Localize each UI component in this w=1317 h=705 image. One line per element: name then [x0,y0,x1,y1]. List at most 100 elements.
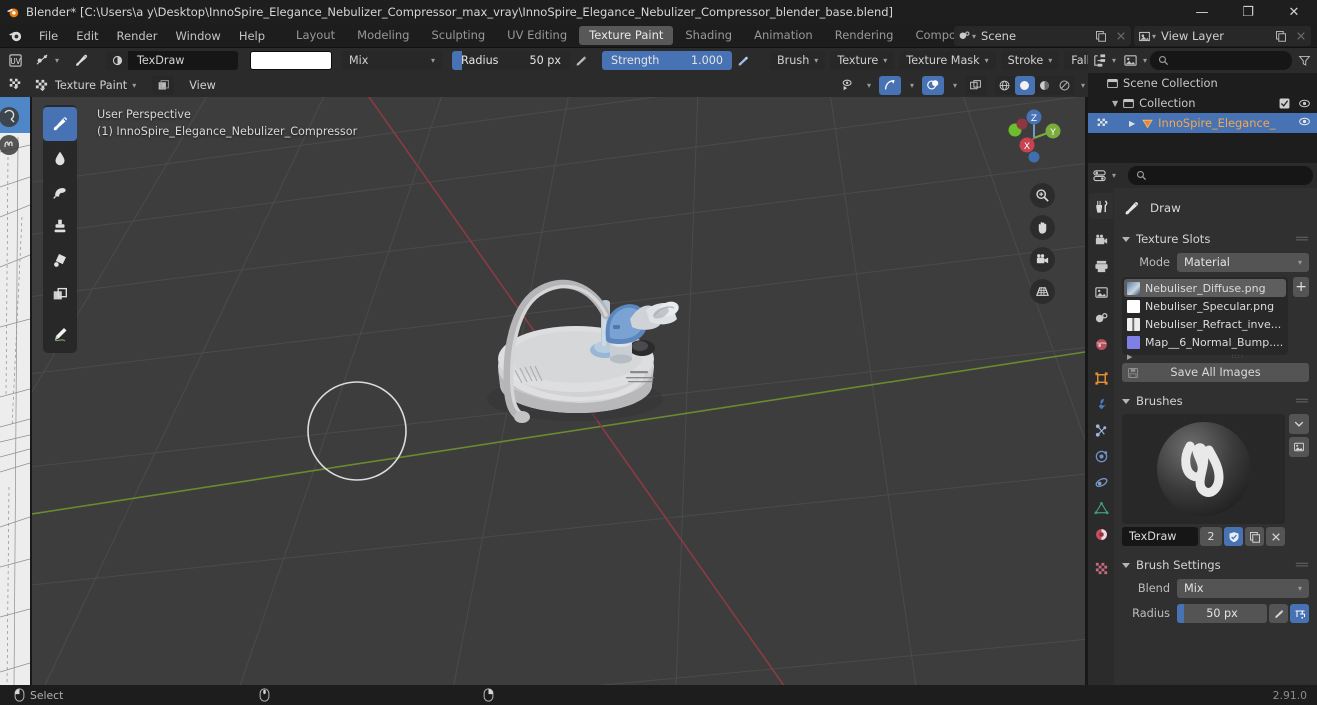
new-scene-icon[interactable] [1091,26,1111,46]
tab-texture-paint[interactable]: Texture Paint [579,26,674,45]
strength-pressure-icon[interactable] [734,51,752,70]
render-tab[interactable] [1089,227,1113,253]
add-texture-slot-button[interactable]: + [1293,277,1309,297]
blend-dropdown[interactable]: Mix ▾ [1177,579,1309,598]
eye-icon[interactable] [1298,115,1311,128]
strength-slider[interactable]: Strength 1.000 [602,51,732,70]
maximize-button[interactable]: ❐ [1225,0,1271,24]
rendered-shading-button[interactable] [1055,76,1075,95]
outliner-search-input[interactable] [1150,51,1292,70]
brush-color-swatch[interactable] [250,51,332,70]
object-tab[interactable] [1089,365,1113,391]
radius-pressure-icon[interactable] [1269,604,1288,623]
physics-tab[interactable] [1089,443,1113,469]
fill-tool[interactable] [43,243,77,277]
smear-tool[interactable] [43,175,77,209]
brush-preview[interactable] [1122,414,1285,524]
tab-layout[interactable]: Layout [286,26,345,45]
active-brush-header[interactable]: Draw [1122,194,1309,222]
paint-mask-icon[interactable] [152,75,175,95]
blend-mode-dropdown[interactable]: Mix ▾ [342,51,442,70]
left-editor-mode-icon[interactable] [0,72,30,96]
scene-tab[interactable] [1089,305,1113,331]
remove-scene-icon[interactable] [1111,26,1131,46]
tool-tab[interactable] [1089,193,1113,219]
list-resize-grip-icon[interactable]: :::: [1231,353,1244,360]
brush-image-icon[interactable] [1289,437,1309,457]
xray-icon[interactable] [964,75,987,95]
constraints-tab[interactable] [1089,469,1113,495]
radius-pressure-icon[interactable] [572,51,590,70]
stroke-menu[interactable]: Stroke ▾ [1000,51,1060,70]
duplicate-brush-icon[interactable] [1245,527,1264,546]
tab-shading[interactable]: Shading [675,26,742,45]
properties-editor-type-icon[interactable]: ▾ [1092,168,1116,183]
brush-radius-slider[interactable]: 50 px [1177,604,1267,623]
left-editor-uv-icon[interactable]: UV [0,48,30,72]
brush-icon[interactable] [66,51,96,70]
material-shading-button[interactable] [1035,76,1055,95]
view-menu[interactable]: View [182,76,223,95]
view-layer-tab[interactable] [1089,279,1113,305]
save-all-images-button[interactable]: Save All Images [1122,363,1309,382]
mode-selector[interactable]: Texture Paint ▾ [32,76,143,95]
gizmo-icon[interactable] [878,75,901,95]
navigation-gizmo[interactable]: Z Y X [1001,105,1067,171]
visibility-icon[interactable] [838,76,858,95]
texture-slots-panel-header[interactable]: Texture Slots [1122,228,1309,250]
checkbox-icon[interactable] [1279,98,1290,109]
fake-user-shield-icon[interactable] [1224,527,1243,546]
brushes-panel-header[interactable]: Brushes [1122,390,1309,412]
camera-icon[interactable] [1030,247,1055,272]
brush-users-count[interactable]: 2 [1200,527,1222,546]
data-tab[interactable] [1089,495,1113,521]
minimize-button[interactable]: — [1179,0,1225,24]
texture-menu[interactable]: Texture ▾ [830,51,895,70]
left-editor-uv-canvas[interactable] [0,97,30,688]
grid-perspective-icon[interactable] [1030,279,1055,304]
clone-tool[interactable] [43,209,77,243]
texture-slot-list[interactable]: Nebuliser_Diffuse.png Nebuliser_Specular… [1122,277,1289,361]
texture-slot-item[interactable]: Nebuliser_Diffuse.png [1124,279,1287,297]
world-tab[interactable] [1089,331,1113,357]
modifier-tab[interactable] [1089,391,1113,417]
tab-animation[interactable]: Animation [744,26,823,45]
overlays-icon[interactable] [921,75,944,95]
viewlayer-selector[interactable]: ▾ View Layer [1133,26,1311,46]
soften-tool[interactable] [43,141,77,175]
texture-slot-item[interactable]: Map__6_Normal_Bump.... [1124,333,1286,351]
annotate-tool[interactable] [43,317,77,351]
solid-shading-button[interactable] [1014,75,1035,95]
radius-unit-icon[interactable] [1290,604,1309,623]
mode-dropdown[interactable]: Material ▾ [1177,253,1309,272]
brush-name-field[interactable]: TexDraw [128,51,238,70]
new-viewlayer-icon[interactable] [1271,26,1291,46]
wireframe-shading-button[interactable] [995,76,1015,95]
outliner-display-mode[interactable]: ▾ [1092,53,1116,68]
blender-logo-icon[interactable] [0,24,30,48]
tab-rendering[interactable]: Rendering [825,26,904,45]
3d-viewport[interactable]: User Perspective (1) InnoSpire_Elegance_… [32,97,1085,685]
list-expand-triangle-icon[interactable]: ▶ [1127,353,1132,361]
outliner-filter-icon[interactable] [1295,54,1313,67]
menu-file[interactable]: File [30,24,67,48]
eye-icon[interactable] [1298,97,1311,110]
brush-menu[interactable]: Brush ▾ [770,51,826,70]
draw-tool[interactable] [43,107,77,141]
radius-slider[interactable]: Radius 50 px [452,51,570,70]
menu-window[interactable]: Window [166,24,229,48]
scene-selector[interactable]: ▾ Scene [953,26,1131,46]
brush-datablock-icon[interactable] [106,51,128,70]
tab-uv-editing[interactable]: UV Editing [497,26,577,45]
tab-modeling[interactable]: Modeling [347,26,419,45]
unlink-brush-icon[interactable] [1266,527,1285,546]
menu-edit[interactable]: Edit [67,24,107,48]
outliner-row-innospire-object[interactable]: ▶ InnoSpire_Elegance_ [1088,113,1317,133]
menu-render[interactable]: Render [108,24,167,48]
brush-settings-panel-header[interactable]: Brush Settings [1122,554,1309,576]
texture-tab[interactable] [1089,555,1113,581]
close-button[interactable]: ✕ [1271,0,1317,24]
remove-viewlayer-icon[interactable] [1291,26,1311,46]
menu-help[interactable]: Help [230,24,274,48]
output-tab[interactable] [1089,253,1113,279]
